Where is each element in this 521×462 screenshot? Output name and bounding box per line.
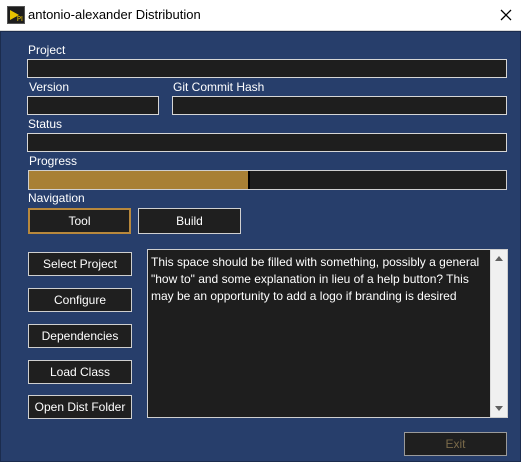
scroll-down-icon[interactable] xyxy=(495,406,503,412)
help-text-area[interactable]: This space should be filled with somethi… xyxy=(147,249,508,418)
git-commit-label: Git Commit Hash xyxy=(173,80,265,94)
navigation-label: Navigation xyxy=(28,191,85,205)
scroll-up-icon[interactable] xyxy=(495,255,503,261)
close-icon[interactable] xyxy=(491,0,521,30)
tab-tool[interactable]: Tool xyxy=(28,208,131,234)
project-label: Project xyxy=(28,43,66,57)
project-field[interactable] xyxy=(27,59,507,78)
title-bar: PI antonio-alexander Distribution xyxy=(0,0,521,31)
main-panel: Project Version Git Commit Hash Status P… xyxy=(0,31,521,462)
exit-button[interactable]: Exit xyxy=(404,432,507,456)
dependencies-button[interactable]: Dependencies xyxy=(28,324,132,348)
status-label: Status xyxy=(28,117,63,131)
progress-bar xyxy=(28,170,507,190)
select-project-button[interactable]: Select Project xyxy=(28,252,132,276)
window-title: antonio-alexander Distribution xyxy=(28,7,201,22)
app-icon: PI xyxy=(7,6,25,24)
version-field[interactable] xyxy=(27,96,159,115)
progress-label: Progress xyxy=(29,154,78,168)
load-class-button[interactable]: Load Class xyxy=(28,360,132,384)
configure-button[interactable]: Configure xyxy=(28,288,132,312)
help-scrollbar[interactable] xyxy=(490,250,507,417)
git-commit-field[interactable] xyxy=(172,96,507,115)
tab-build[interactable]: Build xyxy=(138,208,241,234)
progress-edge xyxy=(248,171,250,189)
help-text: This space should be filled with somethi… xyxy=(151,255,480,303)
version-label: Version xyxy=(29,80,70,94)
progress-fill xyxy=(29,171,248,189)
open-dist-folder-button[interactable]: Open Dist Folder xyxy=(28,395,132,419)
status-field xyxy=(27,133,507,152)
